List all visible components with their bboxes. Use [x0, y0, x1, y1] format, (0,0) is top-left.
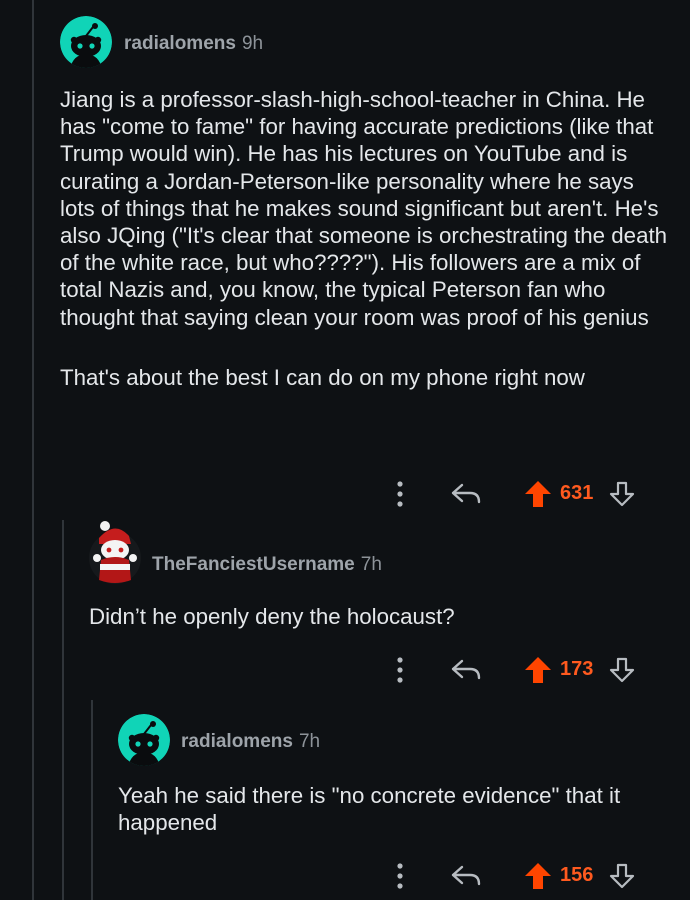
upvote-icon[interactable] — [524, 480, 552, 508]
more-options-icon[interactable] — [395, 862, 405, 890]
snoo-teal-avatar-icon — [60, 16, 112, 68]
username[interactable]: TheFanciestUsername — [152, 554, 355, 575]
downvote-icon[interactable] — [609, 481, 635, 507]
snoo-red-costume-avatar-icon — [89, 521, 141, 584]
downvote-icon[interactable] — [609, 657, 635, 683]
avatar[interactable] — [60, 16, 112, 68]
comment-actions: 631 — [395, 474, 655, 514]
comment-author[interactable]: radialomens 9h — [124, 33, 263, 55]
comment-author[interactable]: TheFanciestUsername 7h — [152, 554, 382, 576]
more-options-icon[interactable] — [395, 656, 405, 684]
downvote-icon[interactable] — [609, 863, 635, 889]
username[interactable]: radialomens — [181, 731, 293, 752]
comment-actions: 173 — [395, 650, 655, 690]
thread-line-1[interactable] — [32, 0, 34, 900]
thread-line-2[interactable] — [62, 520, 64, 900]
reply-icon[interactable] — [450, 864, 482, 888]
upvote-icon[interactable] — [524, 862, 552, 890]
vote-count: 173 — [560, 658, 594, 680]
snoo-teal-avatar-icon — [118, 714, 170, 766]
vote-count: 631 — [560, 482, 594, 504]
more-options-icon[interactable] — [395, 480, 405, 508]
comment-paragraph: That's about the best I can do on my pho… — [60, 364, 585, 390]
timestamp: 7h — [360, 554, 382, 575]
comment-paragraph: Jiang is a professor-slash-high-school-t… — [60, 87, 668, 330]
timestamp: 9h — [241, 33, 264, 54]
username[interactable]: radialomens — [124, 33, 236, 54]
comment-actions: 156 — [395, 856, 655, 896]
comment-body: Jiang is a professor-slash-high-school-t… — [60, 86, 670, 391]
vote-count: 156 — [560, 864, 594, 886]
avatar[interactable] — [89, 518, 141, 586]
comment-body: Yeah he said there is "no concrete evide… — [118, 782, 678, 836]
reply-icon[interactable] — [450, 482, 482, 506]
comment-author[interactable]: radialomens 7h — [181, 731, 320, 753]
comment-paragraph: Yeah he said there is "no concrete evide… — [118, 783, 621, 836]
comment-body: Didn’t he openly deny the holocaust? — [89, 603, 669, 630]
avatar[interactable] — [118, 714, 170, 766]
thread-line-3[interactable] — [91, 700, 93, 900]
comment-paragraph: Didn’t he openly deny the holocaust? — [89, 604, 455, 629]
upvote-icon[interactable] — [524, 656, 552, 684]
reply-icon[interactable] — [450, 658, 482, 682]
timestamp: 7h — [298, 731, 321, 752]
